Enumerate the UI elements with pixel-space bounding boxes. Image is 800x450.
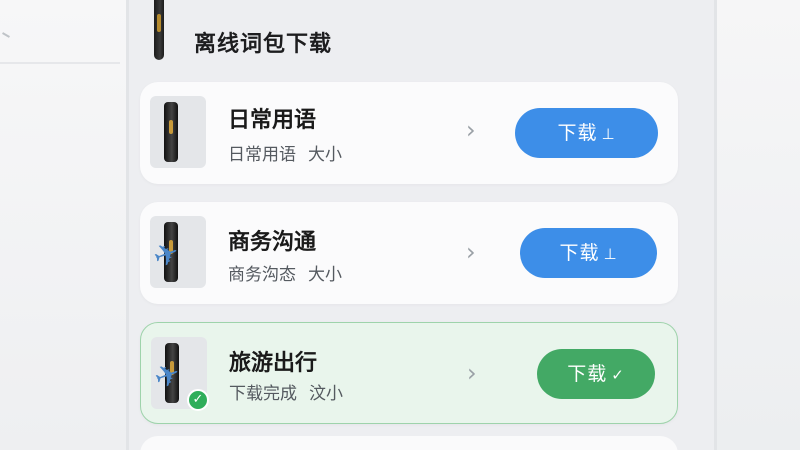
next-pack-card [140, 436, 678, 450]
phone-edge-right [714, 0, 717, 450]
download-icon: ⊥ [601, 125, 616, 143]
pack-status: 下载完成 [229, 384, 297, 404]
phone-device-icon [164, 102, 178, 162]
download-icon: ⊥ [603, 245, 618, 263]
downloaded-button[interactable]: 下载 ✓ [537, 349, 655, 399]
chevron-right-icon[interactable]: › [466, 116, 476, 144]
phone-device-icon [154, 0, 164, 60]
pack-card-travel[interactable]: ✈ ✓ 旅游出行 下载完成 汶小 › 下载 ✓ [140, 322, 678, 424]
pack-size: 大小 [308, 265, 342, 285]
pack-title: 商务沟通 [228, 230, 317, 255]
airplane-icon: ✈ [149, 355, 186, 398]
pack-thumbnail [150, 96, 206, 168]
pack-thumbnail: ✈ [148, 216, 206, 288]
chevron-right-icon[interactable]: › [466, 238, 476, 266]
chevron-right-icon[interactable]: › [467, 359, 477, 387]
pack-card-business[interactable]: ✈ 商务沟通 商务沟态 大小 › 下载 ⊥ [140, 202, 678, 304]
pack-subtitle: 下载完成 汶小 [229, 379, 343, 404]
background-mark [2, 32, 10, 38]
pack-title: 日常用语 [228, 108, 317, 133]
pack-size: 汶小 [309, 384, 343, 404]
pack-size: 大小 [308, 145, 342, 165]
pack-subtitle: 日常用语 大小 [228, 140, 342, 165]
pack-card-daily[interactable]: 日常用语 日常用语 大小 › 下载 ⊥ [140, 82, 678, 184]
pack-title: 旅游出行 [229, 351, 318, 376]
check-icon: ✓ [611, 366, 625, 384]
download-button-label: 下载 [559, 242, 600, 264]
download-button-label: 下载 [557, 122, 598, 144]
background-left-panel [0, 0, 128, 450]
download-button[interactable]: 下载 ⊥ [515, 108, 658, 158]
check-badge-icon: ✓ [187, 389, 209, 411]
background-divider [0, 62, 120, 64]
airplane-icon: ✈ [148, 234, 185, 277]
download-button[interactable]: 下载 ⊥ [520, 228, 657, 278]
pack-description: 商务沟态 [228, 265, 296, 285]
pack-subtitle: 商务沟态 大小 [228, 260, 342, 285]
pack-description: 日常用语 [228, 145, 296, 165]
page-title: 离线词包下载 [194, 32, 333, 57]
phone-edge-left [126, 0, 129, 450]
pack-thumbnail: ✈ ✓ [149, 337, 209, 411]
download-button-label: 下载 [567, 363, 608, 385]
background-right-panel [716, 0, 800, 450]
